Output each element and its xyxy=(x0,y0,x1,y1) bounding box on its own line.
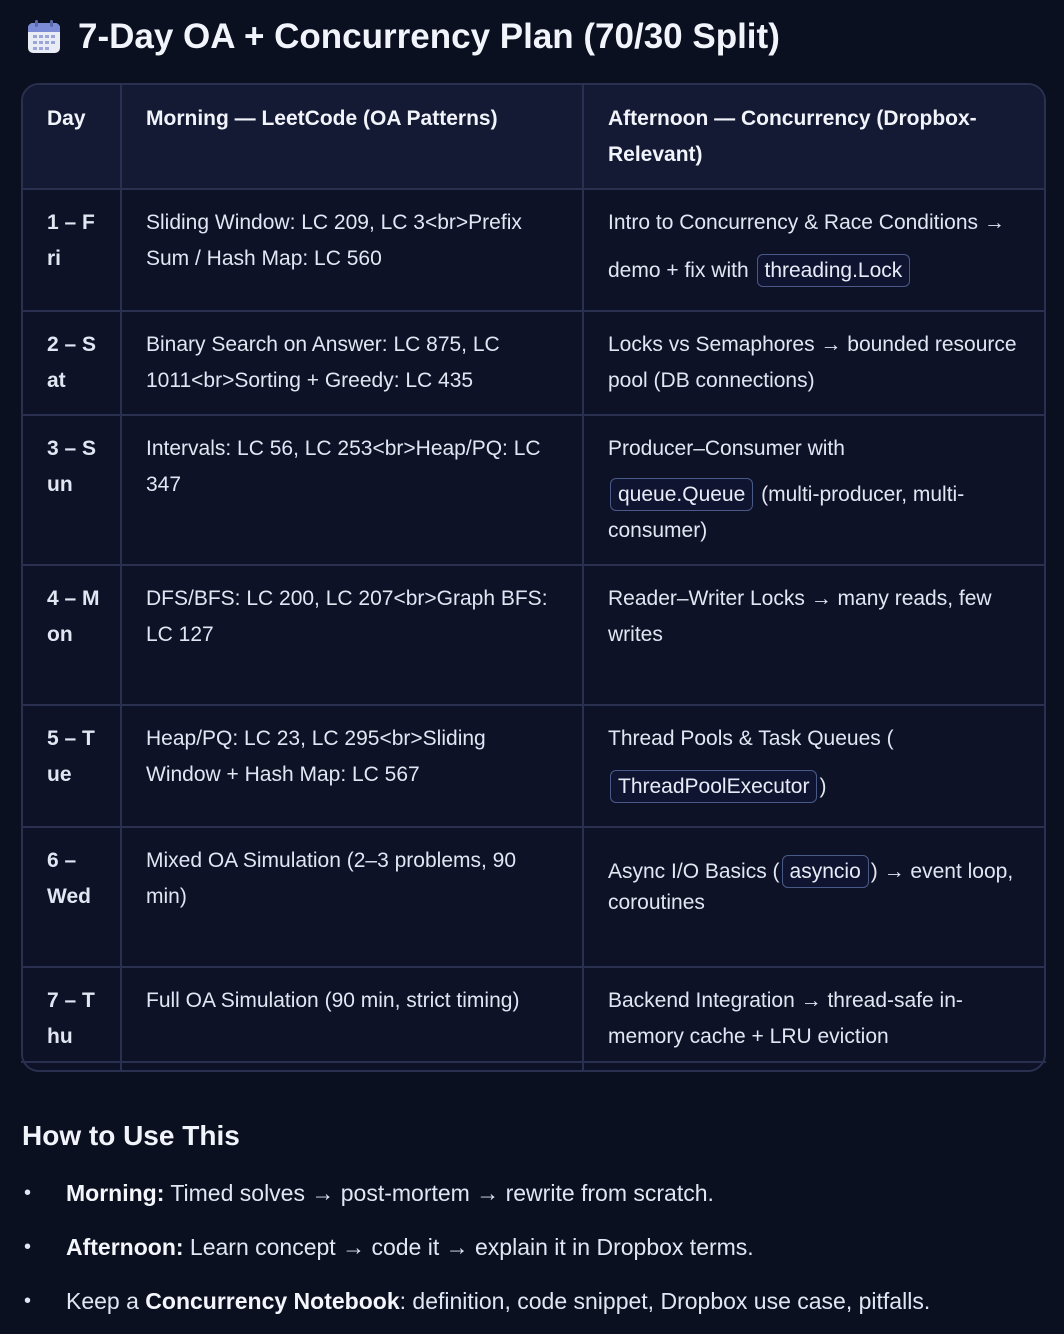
howto-list: Morning: Timed solves → post-mortem → re… xyxy=(22,1172,1062,1334)
item-bold: Concurrency Notebook xyxy=(145,1288,400,1314)
day-cell: 3 – Sun xyxy=(23,415,122,566)
afternoon-text: Reader–Writer Locks → many reads, few wr… xyxy=(608,587,992,646)
afternoon-text: Locks vs Semaphores → bounded resource p… xyxy=(608,333,1017,392)
day-cell: 6 – Wed xyxy=(23,827,122,968)
title-text: 7-Day OA + Concurrency Plan (70/30 Split… xyxy=(78,17,780,56)
item-bold: Afternoon: xyxy=(66,1234,184,1260)
afternoon-text: Thread Pools & Task Queues ( xyxy=(608,727,894,750)
afternoon-cell: Producer–Consumer with queue.Queue (multi… xyxy=(583,415,1044,566)
afternoon-text: Backend Integration → thread-safe in-mem… xyxy=(608,989,963,1048)
table-row: 1 – Fri Sliding Window: LC 209, LC 3<br>… xyxy=(23,189,1044,312)
howto-heading: How to Use This xyxy=(22,1120,240,1151)
table-row: 2 – Sat Binary Search on Answer: LC 875,… xyxy=(23,311,1044,416)
afternoon-text: Async I/O Basics ( xyxy=(608,860,780,883)
day-cell: 2 – Sat xyxy=(23,311,122,416)
item-text: Learn concept → code it → explain it in … xyxy=(183,1234,754,1260)
afternoon-cell: Backend Integration → thread-safe in-mem… xyxy=(583,967,1044,1070)
afternoon-cell: Async I/O Basics (asyncio) → event loop,… xyxy=(583,827,1044,968)
day-cell: 7 – Thu xyxy=(23,967,122,1070)
code-snippet: threading.Lock xyxy=(756,254,911,287)
header-day: Day xyxy=(23,85,122,190)
section-divider xyxy=(21,1061,1046,1063)
code-snippet: queue.Queue xyxy=(610,478,754,511)
code-snippet: asyncio xyxy=(781,855,869,888)
plan-table: Day Morning — LeetCode (OA Patterns) Aft… xyxy=(21,83,1046,1072)
afternoon-text-after: ) xyxy=(819,775,827,798)
morning-cell: Intervals: LC 56, LC 253<br>Heap/PQ: LC … xyxy=(121,415,584,566)
header-afternoon: Afternoon — Concurrency (Dropbox-Relevan… xyxy=(583,85,1044,190)
page-title: 7-Day OA + Concurrency Plan (70/30 Split… xyxy=(26,14,780,60)
code-snippet: ThreadPoolExecutor xyxy=(610,770,818,803)
table-row: 3 – Sun Intervals: LC 56, LC 253<br>Heap… xyxy=(23,415,1044,566)
list-item: Keep a Concurrency Notebook: definition,… xyxy=(22,1280,1062,1322)
afternoon-text: Producer–Consumer with xyxy=(608,437,845,460)
table-row: 5 – Tue Heap/PQ: LC 23, LC 295<br>Slidin… xyxy=(23,705,1044,828)
table-row: 4 – Mon DFS/BFS: LC 200, LC 207<br>Graph… xyxy=(23,565,1044,706)
table-row: 6 – Wed Mixed OA Simulation (2–3 problem… xyxy=(23,827,1044,968)
afternoon-cell: Reader–Writer Locks → many reads, few wr… xyxy=(583,565,1044,706)
afternoon-cell: Thread Pools & Task Queues ( ThreadPoolEx… xyxy=(583,705,1044,828)
morning-cell: Sliding Window: LC 209, LC 3<br>Prefix S… xyxy=(121,189,584,312)
morning-cell: Full OA Simulation (90 min, strict timin… xyxy=(121,967,584,1070)
table-header-row: Day Morning — LeetCode (OA Patterns) Aft… xyxy=(23,85,1044,190)
afternoon-cell: Intro to Concurrency & Race Conditions →… xyxy=(583,189,1044,312)
morning-cell: Mixed OA Simulation (2–3 problems, 90 mi… xyxy=(121,827,584,968)
day-cell: 1 – Fri xyxy=(23,189,122,312)
page: 7-Day OA + Concurrency Plan (70/30 Split… xyxy=(0,0,1064,1329)
list-item: Morning: Timed solves → post-mortem → re… xyxy=(22,1172,1062,1214)
morning-cell: Heap/PQ: LC 23, LC 295<br>Sliding Window… xyxy=(121,705,584,828)
list-item: Afternoon: Learn concept → code it → exp… xyxy=(22,1226,1062,1268)
item-text: Timed solves → post-mortem → rewrite fro… xyxy=(164,1180,714,1206)
header-morning: Morning — LeetCode (OA Patterns) xyxy=(121,85,584,190)
item-text: : definition, code snippet, Dropbox use … xyxy=(399,1288,931,1314)
day-cell: 5 – Tue xyxy=(23,705,122,828)
day-cell: 4 – Mon xyxy=(23,565,122,706)
item-bold: Morning: xyxy=(66,1180,165,1206)
morning-cell: Binary Search on Answer: LC 875, LC 1011… xyxy=(121,311,584,416)
table-row: 7 – Thu Full OA Simulation (90 min, stri… xyxy=(23,967,1044,1070)
item-pre: Keep a xyxy=(66,1288,146,1314)
morning-cell: DFS/BFS: LC 200, LC 207<br>Graph BFS: LC… xyxy=(121,565,584,706)
calendar-icon xyxy=(28,20,60,53)
afternoon-cell: Locks vs Semaphores → bounded resource p… xyxy=(583,311,1044,416)
